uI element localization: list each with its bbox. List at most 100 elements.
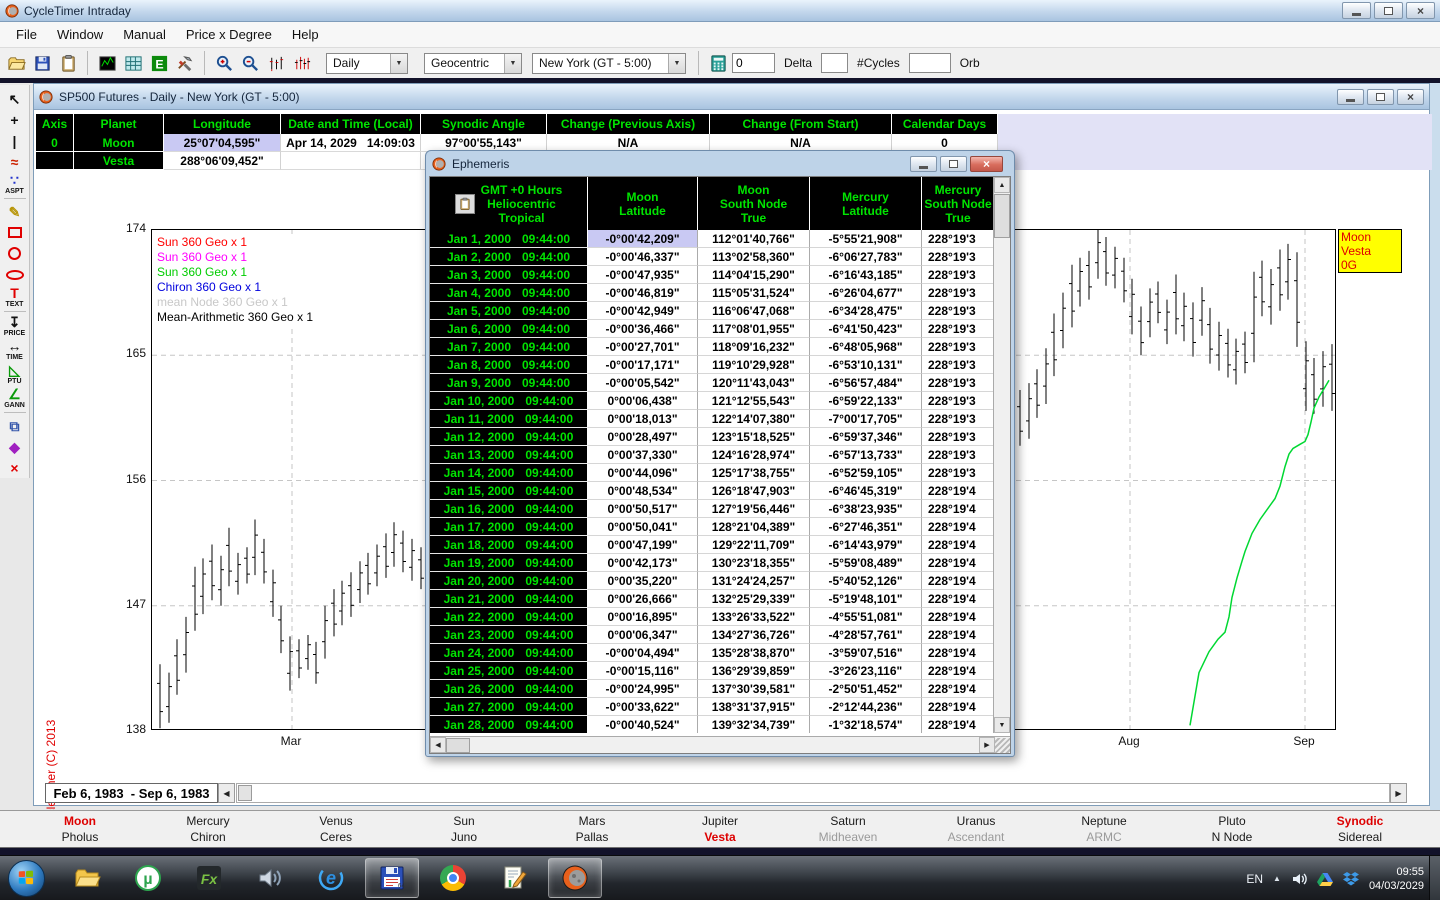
delete-icon[interactable]: × <box>1 457 29 478</box>
eph-value-cell[interactable]: 0°00'28,497" <box>588 428 698 446</box>
eph-value-cell[interactable]: 228°19'4 <box>922 698 995 716</box>
eph-value-cell[interactable]: 113°02'58,360" <box>698 248 810 266</box>
zoom-in-button[interactable] <box>212 51 236 75</box>
scroll-left-button[interactable]: ◀ <box>218 783 235 803</box>
eph-value-cell[interactable]: 228°19'3 <box>922 320 995 338</box>
eph-value-cell[interactable]: 0°00'06,438" <box>588 392 698 410</box>
eph-value-cell[interactable]: 228°19'3 <box>922 230 995 248</box>
ephemeris-titlebar[interactable]: Ephemeris × <box>428 153 1012 175</box>
planet-column-mars[interactable]: MarsPallas <box>528 813 656 845</box>
time-icon[interactable]: ↔TIME <box>1 338 29 362</box>
eph-date-cell[interactable]: Jan 8, 200009:44:00 <box>430 356 588 374</box>
ellipse-icon[interactable] <box>1 264 29 285</box>
cycle-wave-icon[interactable]: ≈ <box>1 151 29 172</box>
eph-value-cell[interactable]: 228°19'3 <box>922 446 995 464</box>
eph-value-cell[interactable]: -0°00'24,995" <box>588 680 698 698</box>
eph-value-cell[interactable]: 228°19'4 <box>922 626 995 644</box>
utorrent-icon[interactable]: µ <box>121 858 175 898</box>
hidden-icons-arrow[interactable]: ▲ <box>1273 874 1281 883</box>
disk-utility-icon[interactable]: 64 <box>365 858 419 898</box>
text-icon[interactable]: TTEXT <box>1 285 29 309</box>
planet-bottom-label[interactable]: Pallas <box>528 829 656 845</box>
eph-value-cell[interactable]: 120°11'43,043" <box>698 374 810 392</box>
eph-value-cell[interactable]: 117°08'01,955" <box>698 320 810 338</box>
eph-date-cell[interactable]: Jan 19, 200009:44:00 <box>430 554 588 572</box>
eph-value-cell[interactable]: 228°19'3 <box>922 302 995 320</box>
eph-value-cell[interactable]: -1°32'18,574" <box>810 716 922 733</box>
eph-value-cell[interactable]: -6°59'22,133" <box>810 392 922 410</box>
eph-value-cell[interactable]: 128°21'04,389" <box>698 518 810 536</box>
eph-value-cell[interactable]: -0°00'46,819" <box>588 284 698 302</box>
eph-value-cell[interactable]: 228°19'3 <box>922 464 995 482</box>
planet-bottom-label[interactable]: ARMC <box>1040 829 1168 845</box>
planet-column-synodic[interactable]: SynodicSidereal <box>1296 813 1424 845</box>
menu-item-price-x-degree[interactable]: Price x Degree <box>176 24 282 45</box>
eph-value-cell[interactable]: 135°28'38,870" <box>698 644 810 662</box>
menu-item-window[interactable]: Window <box>47 24 113 45</box>
cycles-input[interactable] <box>821 53 848 73</box>
eph-value-cell[interactable]: -0°00'46,337" <box>588 248 698 266</box>
file-explorer-icon[interactable] <box>60 858 114 898</box>
cycles-chart-button[interactable] <box>290 51 314 75</box>
restore-button[interactable] <box>1374 2 1403 19</box>
planet-bottom-label[interactable]: Juno <box>400 829 528 845</box>
eph-value-cell[interactable]: -6°27'46,351" <box>810 518 922 536</box>
eph-value-cell[interactable]: 134°27'36,726" <box>698 626 810 644</box>
pencil-icon[interactable]: ✎ <box>1 201 29 222</box>
eph-value-cell[interactable]: 228°19'4 <box>922 518 995 536</box>
planet-column-jupiter[interactable]: JupiterVesta <box>656 813 784 845</box>
eph-value-cell[interactable]: -6°16'43,185" <box>810 266 922 284</box>
ephemeris-horizontal-scrollbar[interactable]: ◀ ▶ <box>430 736 1010 753</box>
planet-top-label[interactable]: Sun <box>400 813 528 829</box>
settings-tools-button[interactable] <box>173 51 197 75</box>
minimize-button[interactable] <box>1342 2 1371 19</box>
chrome-icon[interactable] <box>426 858 480 898</box>
menu-item-help[interactable]: Help <box>282 24 329 45</box>
eph-value-cell[interactable]: 228°19'3 <box>922 248 995 266</box>
planet-column-saturn[interactable]: SaturnMidheaven <box>784 813 912 845</box>
clipboard-button[interactable] <box>56 51 80 75</box>
eph-value-cell[interactable]: -2°50'51,452" <box>810 680 922 698</box>
eph-value-cell[interactable]: -6°41'50,423" <box>810 320 922 338</box>
eph-value-cell[interactable]: 228°19'3 <box>922 392 995 410</box>
ephemeris-minimize-button[interactable] <box>910 156 937 172</box>
eph-value-cell[interactable]: 0°00'48,534" <box>588 482 698 500</box>
eph-value-cell[interactable]: -0°00'36,466" <box>588 320 698 338</box>
highlighter-icon[interactable]: ◆ <box>1 436 29 457</box>
eph-value-cell[interactable]: 126°18'47,903" <box>698 482 810 500</box>
menu-item-manual[interactable]: Manual <box>113 24 176 45</box>
planet-column-uranus[interactable]: UranusAscendant <box>912 813 1040 845</box>
eph-value-cell[interactable]: 0°00'44,096" <box>588 464 698 482</box>
eph-value-cell[interactable]: -0°00'15,116" <box>588 662 698 680</box>
eph-value-cell[interactable]: -6°14'43,979" <box>810 536 922 554</box>
eph-value-cell[interactable]: 0°00'35,220" <box>588 572 698 590</box>
eph-value-cell[interactable]: 0°00'37,330" <box>588 446 698 464</box>
vertical-scrollbar-thumb[interactable] <box>994 194 1010 238</box>
chevron-down-icon[interactable]: ▼ <box>668 54 685 73</box>
eph-value-cell[interactable]: 137°30'39,581" <box>698 680 810 698</box>
eph-value-cell[interactable]: -5°40'52,126" <box>810 572 922 590</box>
eph-date-cell[interactable]: Jan 21, 200009:44:00 <box>430 590 588 608</box>
eph-value-cell[interactable]: 119°10'29,928" <box>698 356 810 374</box>
planet-bottom-label[interactable]: Vesta <box>656 829 784 845</box>
eph-value-cell[interactable]: 129°22'11,709" <box>698 536 810 554</box>
planet-column-pluto[interactable]: PlutoN Node <box>1168 813 1296 845</box>
eph-value-cell[interactable]: 228°19'4 <box>922 554 995 572</box>
ephemeris-close-button[interactable]: × <box>970 156 1003 172</box>
eph-date-cell[interactable]: Jan 22, 200009:44:00 <box>430 608 588 626</box>
drive-tray-icon[interactable] <box>1317 871 1333 887</box>
eph-value-cell[interactable]: -0°00'33,622" <box>588 698 698 716</box>
ephemeris-maximize-button[interactable] <box>940 156 967 172</box>
save-button[interactable] <box>30 51 54 75</box>
circle-icon[interactable] <box>1 243 29 264</box>
planet-bottom-label[interactable]: Midheaven <box>784 829 912 845</box>
eph-date-cell[interactable]: Jan 20, 200009:44:00 <box>430 572 588 590</box>
eph-value-cell[interactable]: 133°26'33,522" <box>698 608 810 626</box>
eph-value-cell[interactable]: -0°00'27,701" <box>588 338 698 356</box>
eph-value-cell[interactable]: 139°32'34,739" <box>698 716 810 733</box>
eph-value-cell[interactable]: 228°19'3 <box>922 410 995 428</box>
coordinate-system-combo[interactable]: Geocentric ▼ <box>424 53 522 74</box>
eph-value-cell[interactable]: -5°59'08,489" <box>810 554 922 572</box>
horizontal-scrollbar[interactable] <box>236 783 1390 803</box>
planet-bottom-label[interactable]: Chiron <box>144 829 272 845</box>
